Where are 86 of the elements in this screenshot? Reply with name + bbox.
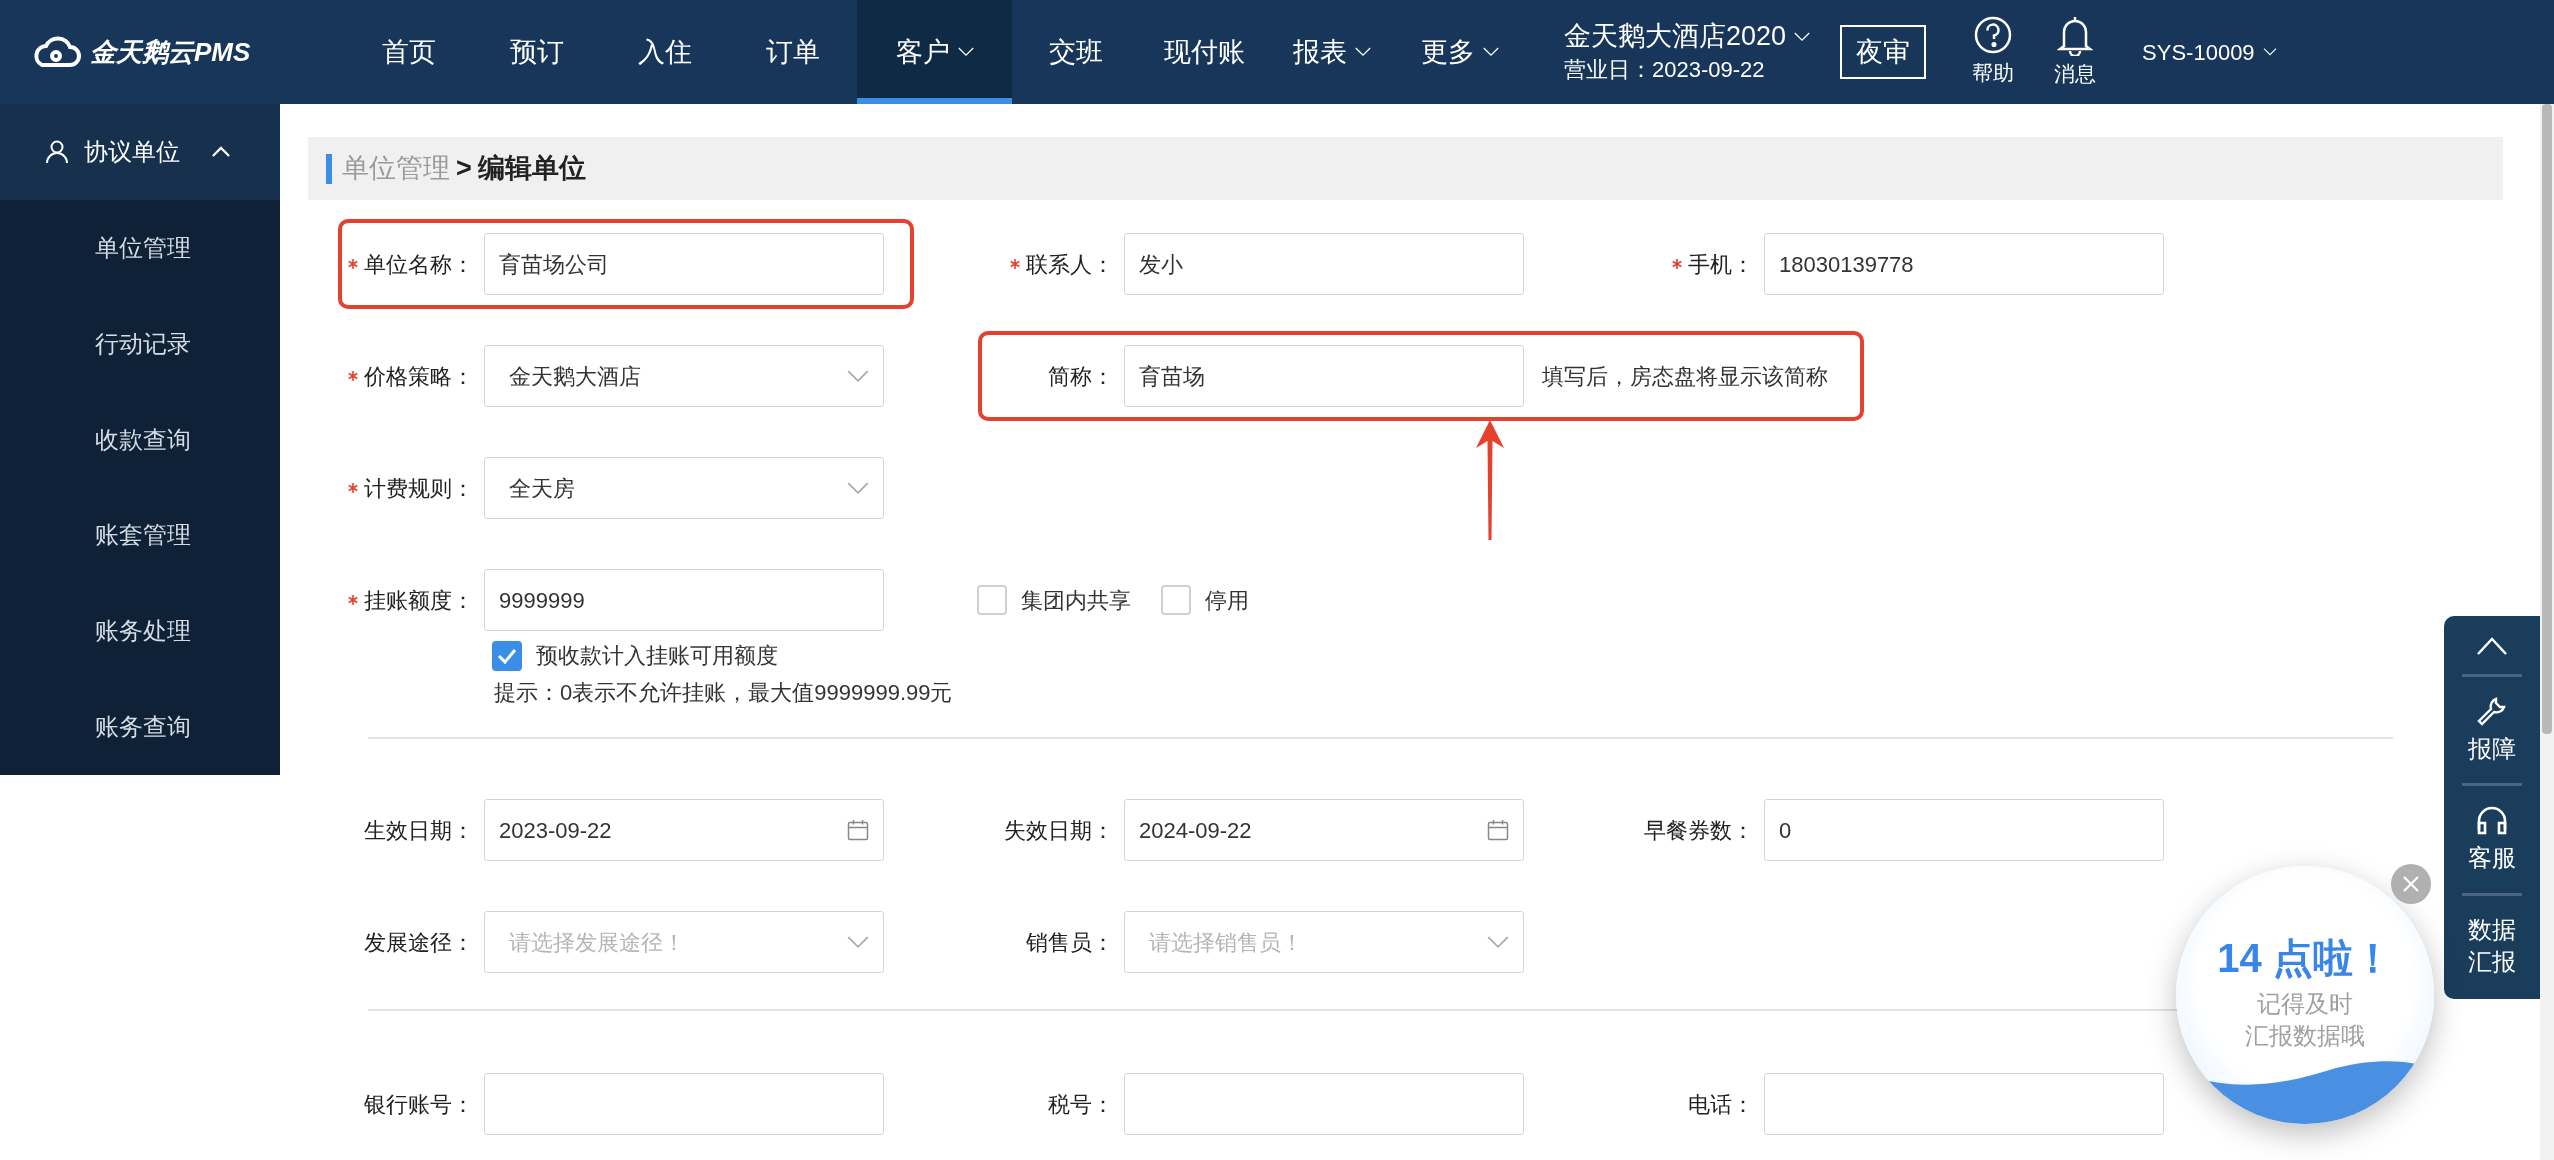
text-field[interactable]: [1124, 1073, 1524, 1135]
text-field[interactable]: 0: [1764, 799, 2164, 861]
sidebar-item[interactable]: 单位管理: [0, 199, 280, 296]
headphones-icon: [2476, 804, 2508, 837]
nav-tab[interactable]: 报表: [1268, 0, 1396, 104]
checkbox-box[interactable]: [1161, 585, 1191, 615]
sidebar-item[interactable]: 账务处理: [0, 583, 280, 680]
date-field[interactable]: 2024-09-22: [1124, 799, 1524, 861]
scrollbar[interactable]: [2540, 104, 2554, 1160]
text-field[interactable]: 发小: [1124, 233, 1524, 295]
text-field[interactable]: 育苗场公司: [484, 233, 884, 295]
sidebar-item[interactable]: 收款查询: [0, 391, 280, 488]
text-field[interactable]: [484, 1073, 884, 1135]
field-label: 银行账号：: [364, 1090, 474, 1119]
accent-bar: [326, 153, 332, 184]
nav-tab[interactable]: 更多: [1396, 0, 1524, 104]
reminder-text: 记得及时: [2257, 989, 2353, 1019]
date-field[interactable]: 2023-09-22: [484, 799, 884, 861]
nav-tab[interactable]: 预订: [473, 0, 601, 104]
hint-text: 提示：0表示不允许挂账，最大值9999999.99元: [494, 679, 953, 707]
field-label: 简称：: [1048, 362, 1114, 391]
field-label: 价格策略：: [364, 362, 474, 391]
text-field[interactable]: 18030139778: [1764, 233, 2164, 295]
wrench-icon: [2476, 695, 2508, 727]
chevron-up-icon: [212, 146, 230, 158]
toolbar-button[interactable]: 数据汇报: [2468, 903, 2516, 989]
chevron-down-icon: [847, 935, 869, 949]
nav-tab[interactable]: 入住: [601, 0, 729, 104]
app-logo-text: 金天鹅云PMS: [90, 35, 251, 69]
select-field[interactable]: 全天房: [484, 457, 884, 519]
toolbar-button[interactable]: 客服: [2468, 794, 2516, 885]
breadcrumb-separator: >: [456, 152, 472, 186]
field-label: 单位名称：: [364, 250, 474, 279]
nav-tab[interactable]: 客户: [857, 0, 1012, 104]
text-field[interactable]: 9999999: [484, 569, 884, 631]
field-label: 计费规则：: [364, 474, 474, 503]
nav-tab[interactable]: 交班: [1012, 0, 1140, 104]
calendar-icon: [847, 819, 869, 841]
chevron-up-icon: [2476, 636, 2508, 656]
field-label: 销售员：: [1026, 928, 1114, 957]
sidebar-group[interactable]: 协议单位: [0, 104, 280, 200]
breadcrumb-current: 编辑单位: [477, 152, 586, 186]
user-menu[interactable]: SYS-10009: [2142, 35, 2277, 69]
field-label: 失效日期：: [1004, 816, 1114, 845]
sidebar-item[interactable]: 行动记录: [0, 295, 280, 392]
checkbox[interactable]: 集团内共享: [977, 583, 1131, 617]
chevron-down-icon: [847, 481, 869, 495]
night-audit-button[interactable]: 夜审: [1840, 25, 1927, 79]
help-icon: [1973, 15, 2014, 56]
field-label: 生效日期：: [364, 816, 474, 845]
hotel-selector[interactable]: 金天鹅大酒店2020: [1564, 20, 1811, 55]
nav-tab[interactable]: 现付账: [1140, 0, 1268, 104]
business-date: 营业日：2023-09-22: [1564, 56, 1766, 84]
checkbox-box[interactable]: [492, 640, 522, 671]
chevron-down-icon: [847, 369, 869, 383]
field-label: 挂账额度：: [364, 586, 474, 615]
calendar-icon: [1487, 819, 1509, 841]
sidebar-item[interactable]: 账套管理: [0, 487, 280, 584]
text-field[interactable]: [1764, 1073, 2164, 1135]
field-label: 手机：: [1688, 250, 1754, 279]
field-label: 电话：: [1688, 1090, 1754, 1119]
chevron-down-icon: [1487, 935, 1509, 949]
field-hint: 填写后，房态盘将显示该简称: [1542, 362, 1829, 391]
bell-icon: [2057, 14, 2094, 57]
sidebar-item[interactable]: 账务查询: [0, 679, 280, 775]
help-button[interactable]: 帮助: [1972, 15, 2015, 89]
messages-button[interactable]: 消息: [2054, 14, 2097, 90]
close-button[interactable]: [2391, 864, 2431, 904]
reminder-title: 14 点啦！: [2217, 935, 2393, 982]
reminder-text: 汇报数据哦: [2245, 1021, 2365, 1052]
checkmark-icon: [497, 647, 517, 664]
chevron-down-icon: [1794, 32, 1811, 43]
toolbar-button[interactable]: 报障: [2468, 685, 2516, 776]
checkbox[interactable]: 预收款计入挂账可用额度: [492, 639, 953, 672]
field-label: 联系人：: [1026, 250, 1114, 279]
field-label: 早餐券数：: [1644, 816, 1754, 845]
select-field[interactable]: 金天鹅大酒店: [484, 345, 884, 407]
chevron-down-icon: [2262, 48, 2277, 56]
checkbox-box[interactable]: [977, 585, 1007, 615]
checkbox[interactable]: 停用: [1161, 583, 1249, 617]
person-icon: [46, 139, 68, 164]
field-label: 发展途径：: [364, 928, 474, 957]
close-icon: [2402, 875, 2420, 893]
nav-tab[interactable]: 订单: [729, 0, 857, 104]
field-label: 税号：: [1048, 1090, 1114, 1119]
nav-tab[interactable]: 首页: [345, 0, 473, 104]
